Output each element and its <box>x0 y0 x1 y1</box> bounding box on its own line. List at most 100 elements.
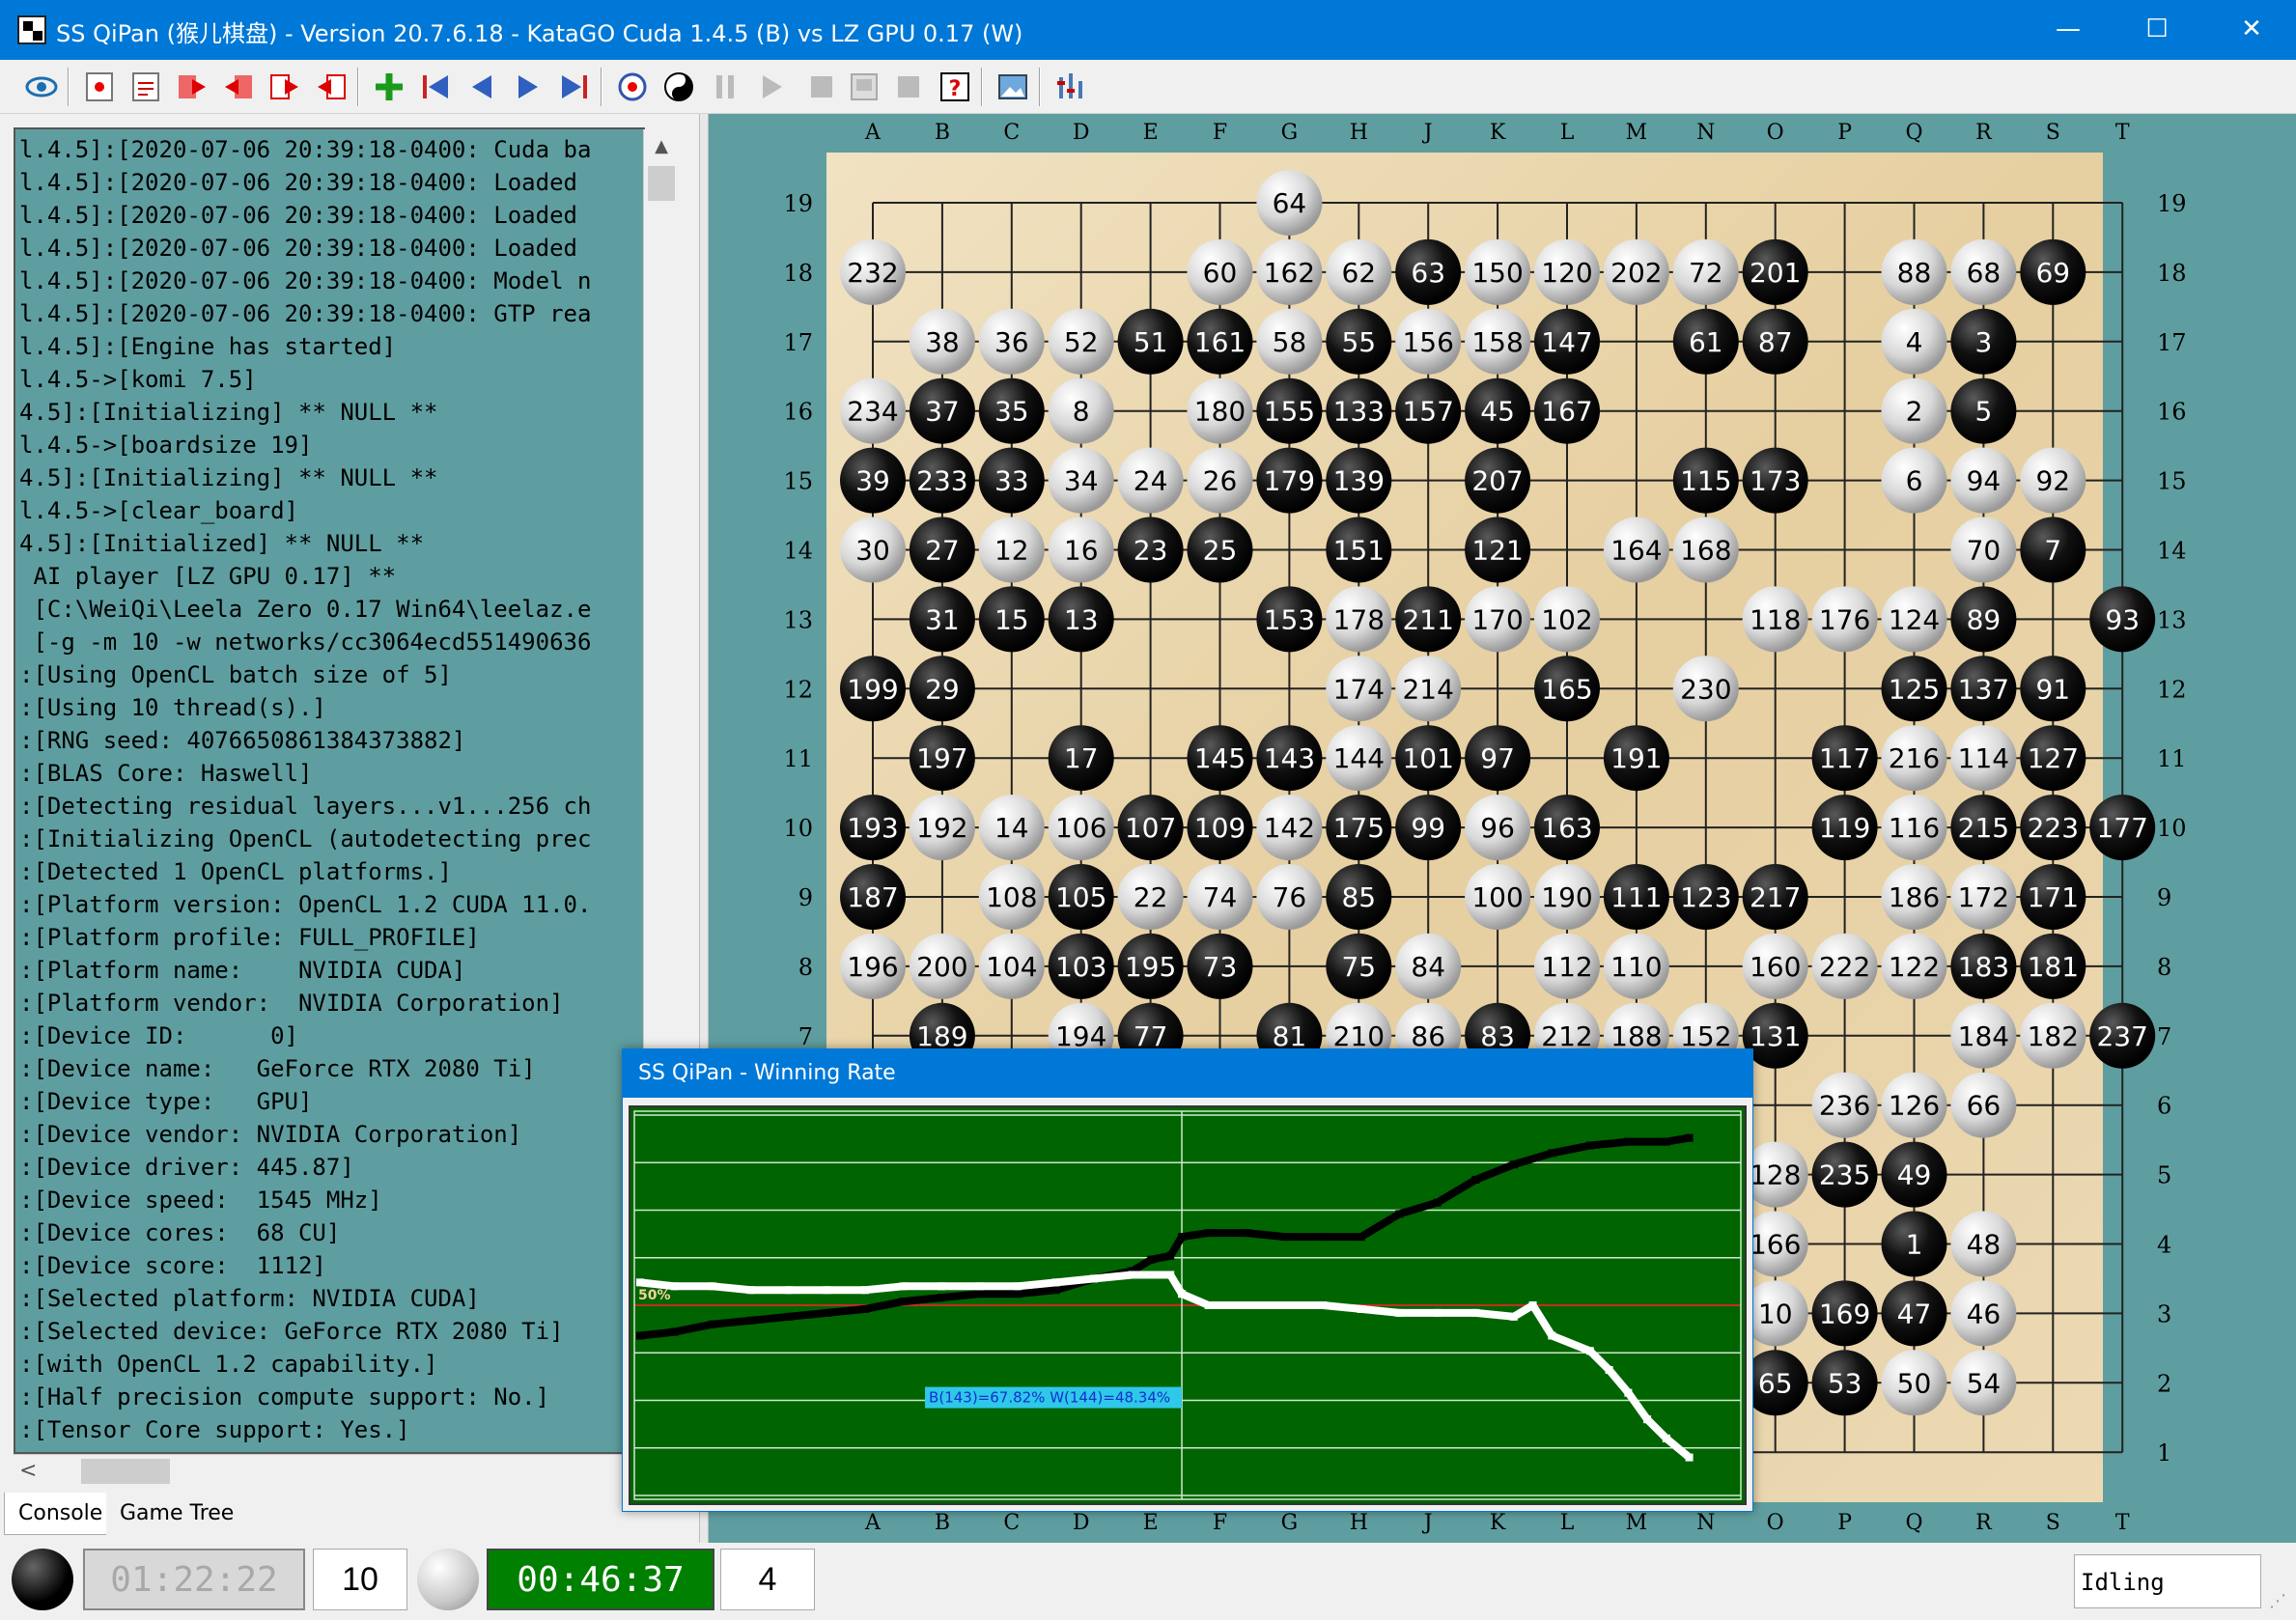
black-stone: 39 <box>840 447 906 514</box>
new-game-icon[interactable] <box>79 67 120 107</box>
black-stone: 29 <box>909 656 975 722</box>
winrate-point <box>1166 1271 1175 1279</box>
white-stone: 162 <box>1256 238 1323 305</box>
picture-icon[interactable] <box>993 67 1033 107</box>
column-label: T <box>2115 121 2130 145</box>
tab-game-tree[interactable]: Game Tree <box>106 1493 248 1535</box>
move-number: 116 <box>1889 812 1940 844</box>
play-icon[interactable] <box>751 67 792 107</box>
winrate-point <box>1204 1229 1213 1238</box>
winrate-point <box>785 1286 794 1295</box>
scroll-left-icon[interactable]: < <box>19 1455 37 1488</box>
move-number: 72 <box>1689 257 1723 289</box>
row-label: 11 <box>2157 745 2187 772</box>
row-label: 9 <box>2157 884 2171 911</box>
square-icon[interactable] <box>888 67 929 107</box>
engine-icon[interactable] <box>612 67 653 107</box>
horizontal-scroll-thumb[interactable] <box>81 1459 170 1484</box>
first-move-icon[interactable] <box>415 67 456 107</box>
settings-icon[interactable] <box>1050 67 1091 107</box>
black-stone: 109 <box>1187 795 1253 861</box>
winrate-point <box>746 1316 755 1325</box>
column-label: C <box>1003 121 1020 145</box>
move-number: 16 <box>1064 535 1099 567</box>
winning-rate-chart[interactable]: 50% B(143)=67.82% W(144)=48.34% <box>629 1105 1747 1505</box>
winrate-point <box>975 1282 984 1291</box>
new-setup-icon[interactable] <box>126 67 166 107</box>
winrate-point <box>1624 1388 1633 1397</box>
vertical-scroll-thumb[interactable] <box>648 166 675 201</box>
winrate-point <box>1128 1271 1136 1279</box>
black-stone: 145 <box>1187 725 1253 792</box>
red-arrow-right2-icon[interactable] <box>265 67 305 107</box>
screenshot-icon[interactable] <box>844 67 884 107</box>
white-stone: 104 <box>978 933 1045 999</box>
add-icon[interactable] <box>369 67 409 107</box>
black-stone: 93 <box>2089 586 2156 653</box>
help-icon[interactable]: ? <box>935 67 975 107</box>
move-number: 139 <box>1333 465 1385 497</box>
move-number: 2 <box>1906 396 1923 428</box>
black-stone: 155 <box>1256 377 1323 444</box>
move-number: 143 <box>1264 742 1315 774</box>
tab-console[interactable]: Console <box>4 1493 118 1535</box>
black-stone: 161 <box>1187 308 1253 375</box>
winrate-point <box>1243 1229 1251 1238</box>
winning-rate-window[interactable]: SS QiPan - Winning Rate 50% B(143)=67.82%… <box>622 1048 1753 1512</box>
move-number: 51 <box>1134 326 1168 358</box>
console-line: :[RNG seed: 4076650861384373882] <box>19 727 466 754</box>
winning-rate-title[interactable]: SS QiPan - Winning Rate <box>623 1049 1752 1098</box>
black-stone: 177 <box>2089 795 2156 861</box>
move-number: 10 <box>1758 1298 1793 1329</box>
column-label: L <box>1560 121 1575 145</box>
pause-icon[interactable] <box>705 67 745 107</box>
last-move-icon[interactable] <box>554 67 595 107</box>
title-bar[interactable]: SS QiPan (猴儿棋盘) - Version 20.7.6.18 - Ka… <box>0 0 2296 60</box>
yin-yang-icon[interactable] <box>658 67 699 107</box>
scroll-up-icon[interactable]: ▲ <box>644 129 679 164</box>
move-number: 84 <box>1411 951 1445 983</box>
move-number: 179 <box>1264 465 1315 497</box>
red-arrow-left-icon[interactable] <box>218 67 259 107</box>
console-line: l.4.5]:[2020-07-06 20:39:18-0400: Loaded <box>19 202 577 229</box>
black-stone: 181 <box>2020 933 2086 999</box>
black-stone: 15 <box>978 586 1045 653</box>
move-number: 88 <box>1897 257 1932 289</box>
red-arrow-right-icon[interactable] <box>172 67 212 107</box>
red-arrow-left2-icon[interactable] <box>311 67 351 107</box>
black-stone: 151 <box>1326 517 1392 583</box>
move-number: 55 <box>1341 326 1376 358</box>
row-label: 14 <box>783 538 813 565</box>
maximize-button[interactable]: ☐ <box>2113 0 2201 60</box>
move-number: 83 <box>1480 1020 1515 1052</box>
winrate-point <box>1624 1137 1633 1146</box>
move-number: 30 <box>855 535 890 567</box>
column-label: J <box>1422 121 1433 145</box>
app-icon[interactable] <box>17 15 46 44</box>
black-stone: 211 <box>1395 586 1462 653</box>
stop-icon[interactable] <box>801 67 842 107</box>
black-stone: 153 <box>1256 586 1323 653</box>
close-button[interactable]: ✕ <box>2207 0 2296 60</box>
console-line: l.4.5]:[2020-07-06 20:39:18-0400: Loaded <box>19 235 577 262</box>
console-line: :[Platform version: OpenCL 1.2 CUDA 11.0… <box>19 891 592 918</box>
black-stone: 111 <box>1603 864 1669 930</box>
move-number: 12 <box>994 535 1029 567</box>
winrate-point <box>1147 1255 1156 1264</box>
winrate-point <box>1471 1308 1480 1317</box>
white-stone: 216 <box>1881 725 1947 792</box>
console-panel: l.4.5]:[2020-07-06 20:39:18-0400: Cuda b… <box>14 127 645 1454</box>
resize-grip-icon[interactable]: ⋰ <box>2269 1591 2286 1611</box>
previous-move-icon[interactable] <box>462 67 502 107</box>
black-stone: 217 <box>1742 864 1808 930</box>
console-line: :[Tensor Core support: Yes.] <box>19 1416 410 1443</box>
minimize-button[interactable]: — <box>2024 0 2113 60</box>
move-number: 152 <box>1680 1020 1731 1052</box>
console-horizontal-scrollbar[interactable]: < <box>14 1454 662 1487</box>
toolbar-separator <box>601 68 602 106</box>
move-number: 160 <box>1750 951 1801 983</box>
eye-icon[interactable] <box>21 67 62 107</box>
black-stone: 105 <box>1048 864 1114 930</box>
next-move-icon[interactable] <box>508 67 548 107</box>
move-number: 142 <box>1264 812 1315 844</box>
